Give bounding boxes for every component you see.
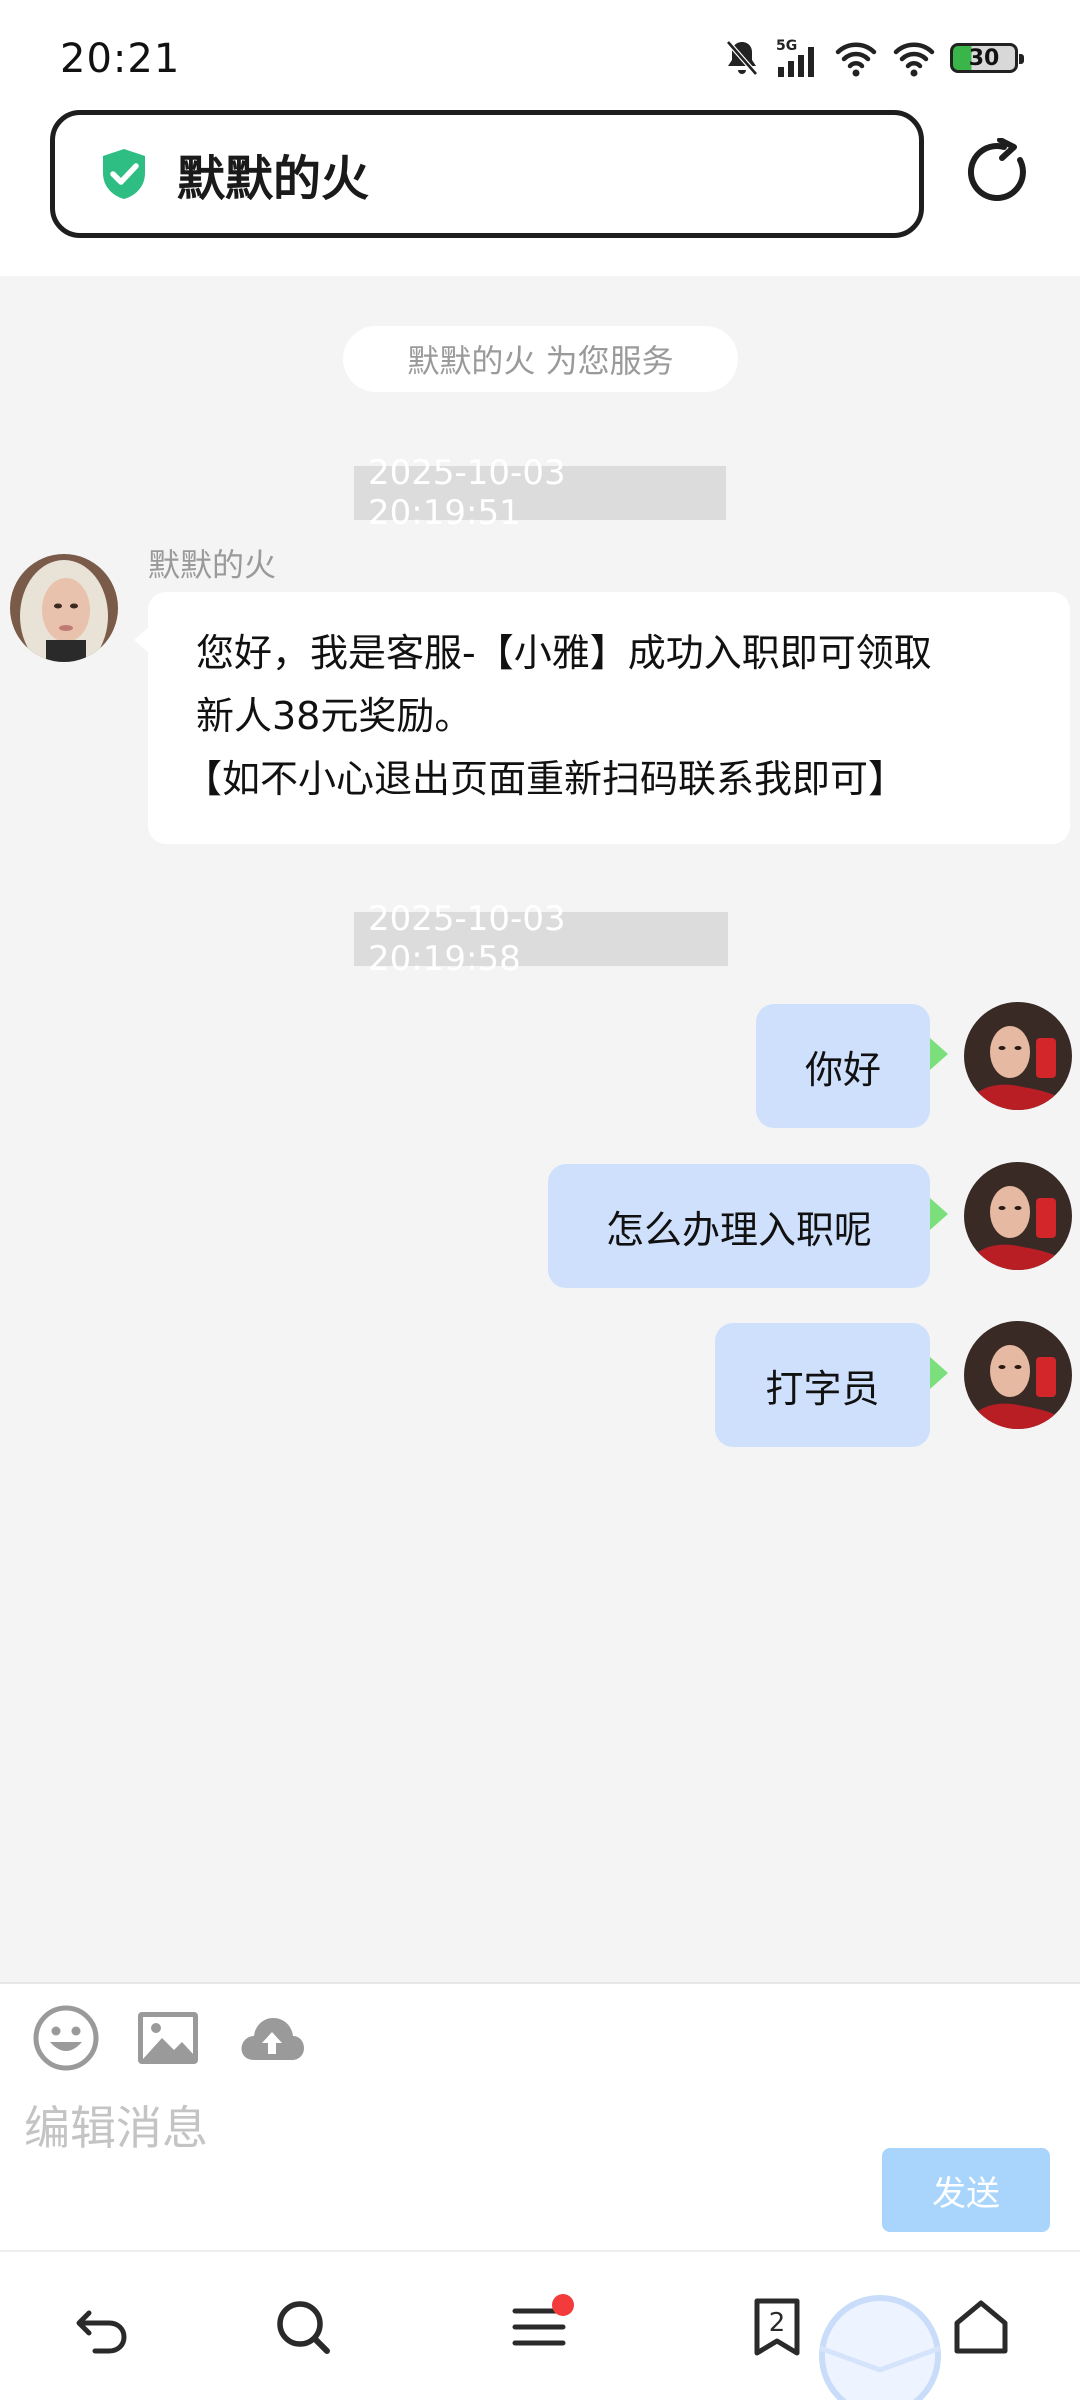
send-button[interactable]: 发送 [882, 2148, 1050, 2232]
message-line: 新人38元奖励。 [196, 694, 473, 738]
message-timestamp: 2025-10-03 20:19:58 [354, 899, 728, 979]
user-avatar[interactable] [964, 1162, 1072, 1270]
message-line: 您好，我是客服-【小雅】成功入职即可领取 [196, 631, 932, 675]
status-time: 20:21 [60, 36, 181, 82]
wifi-icon [835, 42, 877, 77]
outgoing-message-bubble: 怎么办理入职呢 [548, 1164, 948, 1288]
image-icon[interactable] [132, 2002, 204, 2074]
cellular-signal-icon: 5G [776, 38, 814, 77]
top-bar: 20:21 5G 30 默默的火 [0, 0, 1080, 276]
notification-dot [552, 2294, 574, 2316]
address-bar[interactable]: 默默的火 [50, 110, 924, 238]
incoming-message-bubble: 您好，我是客服-【小雅】成功入职即可领取 新人38元奖励。 【如不小心退出页面重… [134, 592, 1070, 844]
user-avatar[interactable] [964, 1002, 1072, 1110]
page-title: 默默的火 [177, 151, 370, 207]
mute-bell-icon [726, 40, 758, 76]
floating-assistant-icon[interactable] [812, 2286, 948, 2400]
message-input[interactable] [24, 2092, 844, 2164]
message-timestamp: 2025-10-03 20:19:51 [354, 453, 726, 533]
search-button[interactable] [268, 2292, 338, 2362]
shield-check-icon [103, 149, 145, 199]
tabs-count: 2 [769, 2308, 786, 2338]
tabs-icon: 2 [754, 2298, 800, 2356]
status-icons: 5G 30 [724, 36, 1024, 80]
wifi-icon-2 [893, 42, 935, 77]
home-icon [954, 2300, 1008, 2354]
outgoing-message-bubble: 打字员 [715, 1323, 948, 1447]
sender-name: 默默的火 [148, 546, 277, 584]
svg-text:5G: 5G [776, 38, 797, 54]
cloud-upload-icon[interactable] [236, 2002, 308, 2074]
back-button[interactable] [66, 2292, 136, 2362]
agent-avatar[interactable] [10, 554, 118, 662]
emoji-icon[interactable] [30, 2002, 102, 2074]
user-avatar[interactable] [964, 1321, 1072, 1429]
battery-indicator: 30 [950, 43, 1024, 73]
tabs-button[interactable]: 2 [742, 2292, 812, 2362]
message-line: 【如不小心退出页面重新扫码联系我即可】 [184, 757, 907, 801]
reload-icon[interactable] [964, 138, 1032, 206]
search-icon [277, 2301, 330, 2354]
home-button[interactable] [946, 2292, 1016, 2362]
outgoing-message-bubble: 你好 [756, 1004, 948, 1128]
service-notice: 默默的火 为您服务 [343, 326, 738, 392]
back-arrow-icon [76, 2310, 127, 2354]
